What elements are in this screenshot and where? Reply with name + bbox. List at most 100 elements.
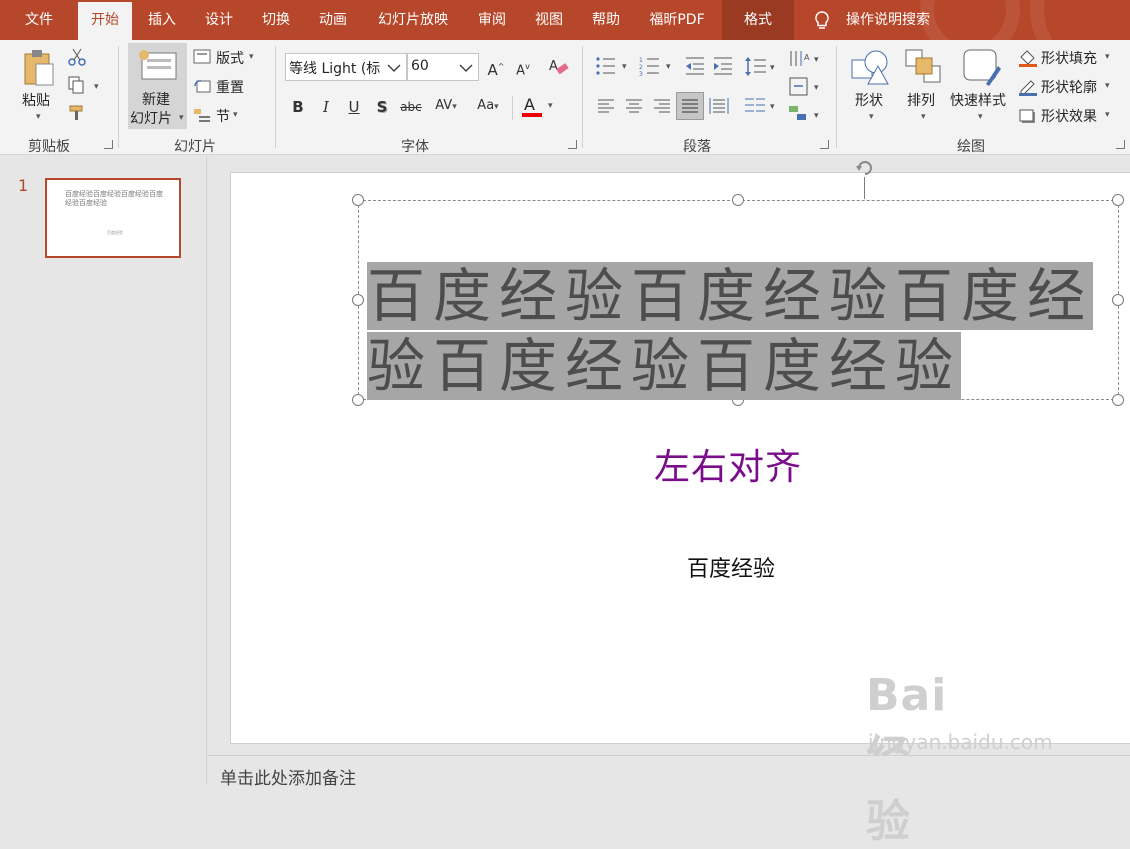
clear-formatting-icon[interactable]: A xyxy=(548,56,570,78)
chevron-down-icon: ▾ xyxy=(1105,52,1110,62)
numbering-icon[interactable]: 123 ▾ xyxy=(639,56,675,76)
chevron-down-icon xyxy=(387,64,401,73)
tab-slideshow[interactable]: 幻灯片放映 xyxy=(368,0,458,40)
character-spacing-button[interactable]: AV▾ xyxy=(428,95,464,117)
bullets-icon[interactable]: ▾ xyxy=(595,56,631,76)
dialog-launcher-icon[interactable] xyxy=(820,140,829,149)
increase-font-size-icon[interactable]: A^ xyxy=(485,56,507,79)
shape-effects-button[interactable]: 形状效果 ▾ xyxy=(1018,106,1130,126)
columns-icon[interactable]: ▾ xyxy=(744,96,778,116)
format-painter-icon[interactable] xyxy=(68,104,86,122)
resize-handle[interactable] xyxy=(352,394,364,406)
shape-fill-button[interactable]: 形状填充 ▾ xyxy=(1018,48,1130,68)
tab-view[interactable]: 视图 xyxy=(527,0,571,40)
align-right-icon[interactable] xyxy=(653,98,671,114)
font-size-combobox[interactable]: 60 xyxy=(407,53,479,81)
notes-pane[interactable]: 单击此处添加备注 xyxy=(208,755,1130,789)
font-color-button[interactable]: A ▾ xyxy=(520,95,558,119)
chevron-down-icon: ▾ xyxy=(1105,81,1110,91)
shadow-button[interactable]: S xyxy=(371,96,393,118)
shape-fill-label: 形状填充 xyxy=(1041,51,1097,67)
tab-help[interactable]: 帮助 xyxy=(584,0,628,40)
resize-handle[interactable] xyxy=(1112,194,1124,206)
cut-icon[interactable] xyxy=(68,48,86,66)
tab-transitions[interactable]: 切换 xyxy=(254,0,298,40)
chevron-down-icon: ▾ xyxy=(548,101,553,111)
justify-button[interactable] xyxy=(676,92,704,120)
decorative-circle xyxy=(920,0,1020,40)
reset-button[interactable]: 重置 xyxy=(193,77,265,97)
tab-file[interactable]: 文件 xyxy=(14,0,64,40)
shapes-button[interactable]: 形状 ▾ xyxy=(848,46,894,126)
title-text[interactable]: 百度经验百度经验百度经验百度经验百度经验 xyxy=(367,261,1115,401)
quick-styles-label: 快速样式 xyxy=(950,93,1006,109)
tab-animations[interactable]: 动画 xyxy=(311,0,355,40)
chevron-down-icon: ▾ xyxy=(978,112,983,122)
shape-outline-button[interactable]: 形状轮廓 ▾ xyxy=(1018,77,1130,97)
slide-thumbnail[interactable]: 百度经验百度经验百度经验百度经验百度经验 百度经验 xyxy=(45,178,181,258)
decrease-indent-icon[interactable] xyxy=(684,56,706,76)
notes-placeholder: 单击此处添加备注 xyxy=(220,769,356,789)
arrange-button[interactable]: 排列 ▾ xyxy=(902,46,948,126)
paste-button[interactable]: 粘贴 ▾ xyxy=(20,46,60,126)
chevron-down-icon: ▾ xyxy=(921,112,926,122)
chevron-down-icon xyxy=(459,64,473,73)
dialog-launcher-icon[interactable] xyxy=(1116,140,1125,149)
resize-handle[interactable] xyxy=(732,194,744,206)
align-center-icon[interactable] xyxy=(625,98,643,114)
dialog-launcher-icon[interactable] xyxy=(104,140,113,149)
tell-me-label: 操作说明搜索 xyxy=(846,12,930,28)
arrange-label: 排列 xyxy=(907,93,935,109)
strikethrough-button[interactable]: abc xyxy=(398,96,424,118)
tab-review[interactable]: 审阅 xyxy=(470,0,514,40)
smartart-icon[interactable]: ▾ xyxy=(788,104,822,126)
justify-icon xyxy=(682,99,698,113)
tab-foxit-pdf[interactable]: 福昕PDF xyxy=(640,0,714,40)
section-button[interactable]: 节 ▾ xyxy=(193,106,265,126)
section-label: 节 xyxy=(216,109,230,125)
shape-effects-icon xyxy=(1019,109,1035,123)
thumbnail-subtitle: 百度经验 xyxy=(107,230,123,235)
subtitle-text[interactable]: 左右对齐 xyxy=(654,438,802,490)
chevron-down-icon: ▾ xyxy=(233,110,238,120)
title-placeholder[interactable]: 百度经验百度经验百度经验百度经验百度经验 xyxy=(352,161,1124,406)
svg-text:A: A xyxy=(549,59,558,74)
resize-handle[interactable] xyxy=(352,194,364,206)
italic-button[interactable]: I xyxy=(315,96,337,118)
quick-styles-button[interactable]: 快速样式 ▾ xyxy=(950,46,1012,126)
body-text[interactable]: 百度经验 xyxy=(687,551,775,583)
tab-insert[interactable]: 插入 xyxy=(140,0,184,40)
shape-effects-label: 形状效果 xyxy=(1041,109,1097,125)
svg-text:3: 3 xyxy=(639,71,643,76)
selected-title-text: 百度经验百度经验百度经验百度经验百度经验 xyxy=(367,262,1094,400)
layout-button[interactable]: 版式 ▾ xyxy=(193,48,265,68)
align-left-icon[interactable] xyxy=(597,98,615,114)
svg-text:A: A xyxy=(804,53,810,62)
rotate-handle-line xyxy=(864,177,865,199)
resize-handle[interactable] xyxy=(352,294,364,306)
text-direction-icon[interactable]: A ▾ xyxy=(788,48,822,70)
layout-label: 版式 xyxy=(216,51,244,67)
new-slide-button[interactable]: 新建 幻灯片 ▾ xyxy=(128,43,187,129)
increase-indent-icon[interactable] xyxy=(712,56,734,76)
rotate-handle-icon[interactable] xyxy=(854,157,876,179)
underline-button[interactable]: U xyxy=(343,96,365,118)
copy-icon[interactable]: ▾ xyxy=(68,76,102,94)
shapes-icon xyxy=(851,50,889,85)
align-text-icon[interactable]: ▾ xyxy=(788,76,822,98)
tab-format[interactable]: 格式 xyxy=(722,0,794,40)
distributed-icon[interactable] xyxy=(709,96,729,116)
bold-button[interactable]: B xyxy=(287,96,309,118)
slide-canvas[interactable]: 百度经验百度经验百度经验百度经验百度经验 左右对齐 百度经验 xyxy=(230,161,1130,744)
tab-home[interactable]: 开始 xyxy=(78,2,132,40)
tab-design[interactable]: 设计 xyxy=(197,0,241,40)
chevron-down-icon: ▾ xyxy=(869,112,874,122)
group-label-clipboard: 剪贴板 xyxy=(28,139,70,155)
line-spacing-icon[interactable]: ▾ xyxy=(744,56,778,78)
change-case-button[interactable]: Aa▾ xyxy=(470,95,506,117)
paste-icon xyxy=(24,50,54,86)
dialog-launcher-icon[interactable] xyxy=(568,140,577,149)
tell-me-search[interactable]: 操作说明搜索 xyxy=(812,0,930,40)
font-name-combobox[interactable]: 等线 Light (标 xyxy=(285,53,407,81)
decrease-font-size-icon[interactable]: Av xyxy=(512,56,534,78)
